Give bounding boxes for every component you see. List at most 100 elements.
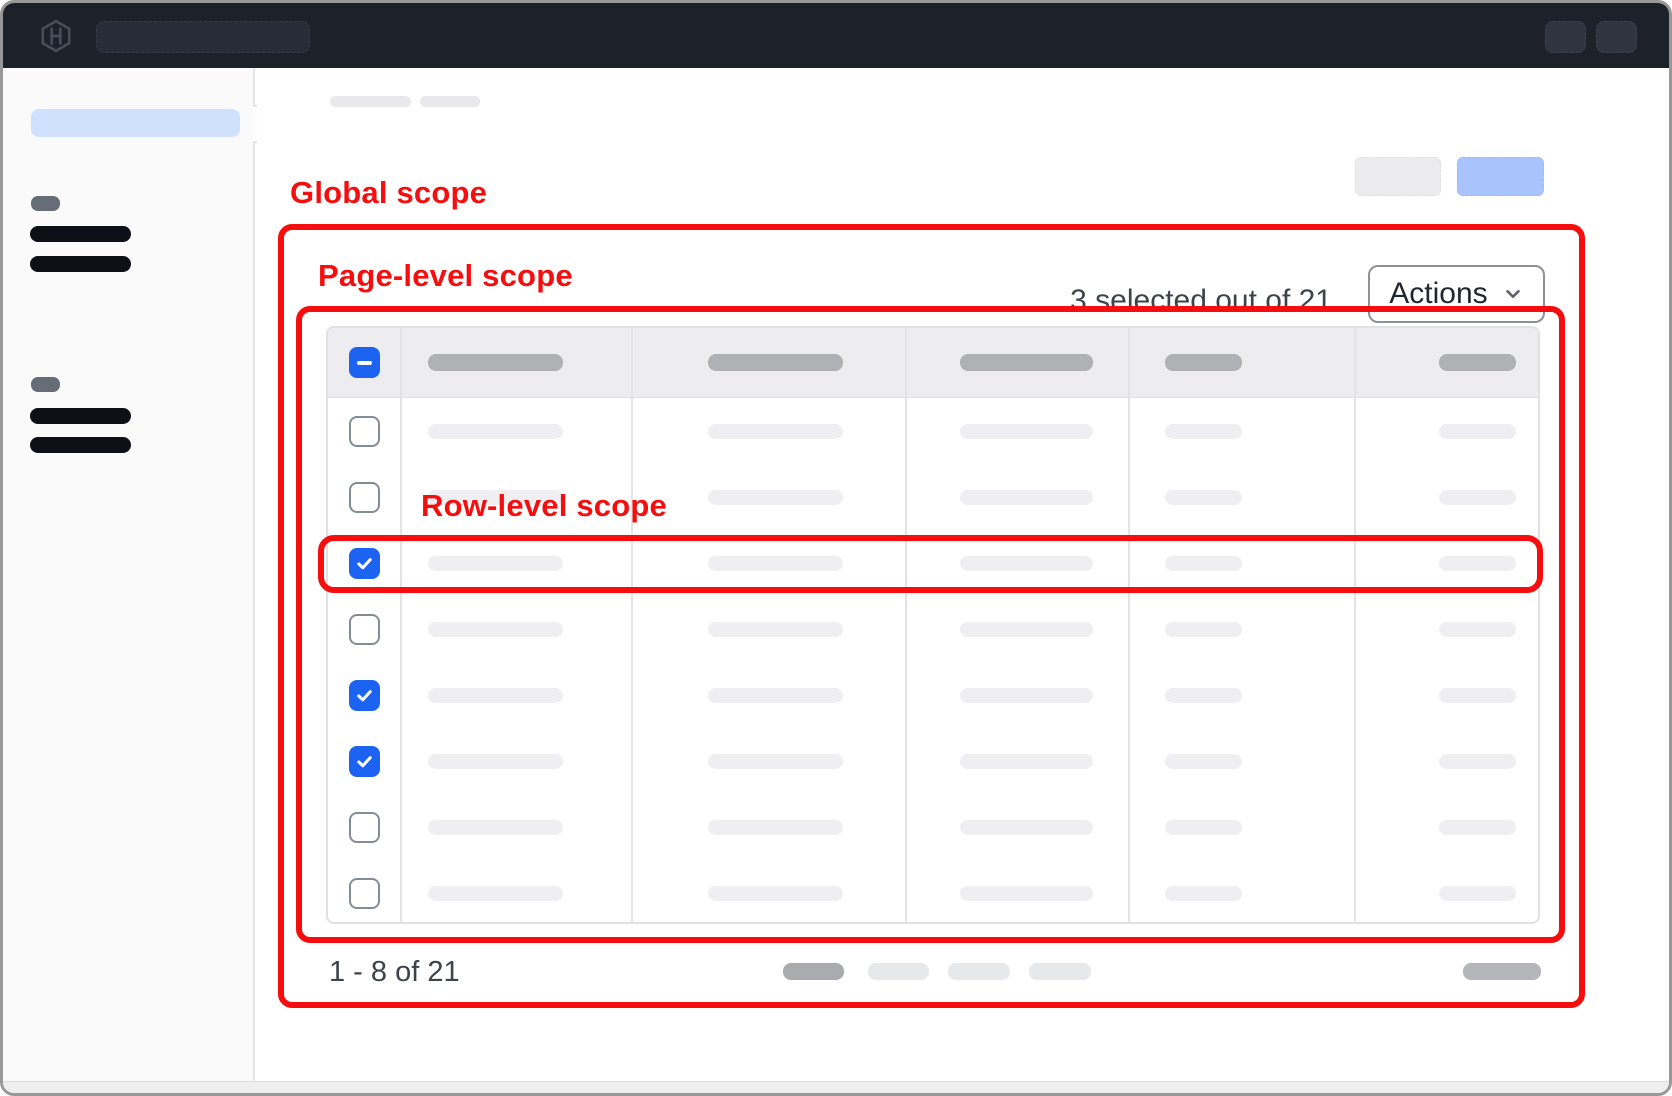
table-cell: [1356, 794, 1540, 860]
table-cell: [633, 596, 907, 662]
table-cell: [633, 860, 907, 924]
cell-skeleton: [428, 886, 563, 901]
table-cell: [1356, 728, 1540, 794]
table-cell: [1130, 728, 1356, 794]
table-cell: [907, 860, 1130, 924]
sidebar-nav-item-skeleton[interactable]: [30, 226, 131, 242]
table-cell: [1356, 530, 1540, 596]
hashicorp-logo-icon[interactable]: [39, 19, 73, 53]
pagination-page-current[interactable]: [783, 963, 844, 980]
topbar-button-1[interactable]: [1545, 21, 1586, 53]
cell-skeleton: [1439, 886, 1516, 901]
cell-skeleton: [428, 622, 563, 637]
table-cell: [402, 530, 633, 596]
check-icon: [355, 686, 374, 705]
table-row: [328, 860, 1538, 924]
cell-skeleton: [960, 886, 1093, 901]
cell-skeleton: [708, 424, 843, 439]
sidebar-section-label-skeleton: [31, 196, 60, 211]
select-all-checkbox[interactable]: [349, 347, 380, 378]
cell-skeleton: [708, 688, 843, 703]
cell-skeleton: [1165, 490, 1242, 505]
table-cell: [907, 398, 1130, 464]
row-checkbox[interactable]: [349, 482, 380, 513]
cell-skeleton: [960, 556, 1093, 571]
sidebar-nav-item-skeleton[interactable]: [30, 437, 131, 453]
table-cell: [633, 464, 907, 530]
sidebar-section-label-skeleton: [31, 377, 60, 392]
cell-skeleton: [1165, 754, 1242, 769]
global-scope-label: Global scope: [290, 177, 487, 208]
row-checkbox[interactable]: [349, 416, 380, 447]
row-checkbox[interactable]: [349, 812, 380, 843]
table-cell: [907, 728, 1130, 794]
header-cell: [1356, 328, 1540, 397]
selection-summary: 3 selected out of 21: [989, 284, 1332, 318]
table-cell: [1356, 662, 1540, 728]
app-frame: Global scope Page-level scope Row-level …: [0, 0, 1672, 1096]
row-checkbox[interactable]: [349, 878, 380, 909]
topbar: [3, 3, 1669, 68]
cell-skeleton: [708, 820, 843, 835]
cell-skeleton: [1165, 424, 1242, 439]
cell-skeleton: [1439, 820, 1516, 835]
sidebar-nav-item-skeleton[interactable]: [30, 256, 131, 272]
cell-skeleton: [428, 754, 563, 769]
table-body: [328, 398, 1538, 924]
sidebar-active-item[interactable]: [31, 109, 240, 137]
cell-skeleton: [708, 490, 843, 505]
pagination-page[interactable]: [948, 963, 1010, 980]
table-cell: [1130, 596, 1356, 662]
table-cell: [633, 794, 907, 860]
row-checkbox[interactable]: [349, 548, 380, 579]
table-cell: [633, 728, 907, 794]
sidebar: [3, 68, 255, 1081]
table-row: [328, 596, 1538, 662]
table-header-row: [328, 328, 1538, 398]
secondary-button-skeleton[interactable]: [1355, 157, 1441, 196]
search-input[interactable]: [96, 21, 310, 53]
primary-button-skeleton[interactable]: [1457, 157, 1544, 196]
table-cell: [1356, 398, 1540, 464]
cell-skeleton: [708, 754, 843, 769]
table-cell: [1130, 662, 1356, 728]
row-checkbox[interactable]: [349, 746, 380, 777]
page-scope-label: Page-level scope: [318, 260, 573, 291]
table-cell: [402, 794, 633, 860]
data-table: [326, 326, 1540, 924]
cell-skeleton: [960, 424, 1093, 439]
actions-button[interactable]: Actions: [1368, 265, 1545, 323]
table-cell: [1130, 794, 1356, 860]
table-cell: [1130, 464, 1356, 530]
check-icon: [355, 752, 374, 771]
table-cell: [402, 728, 633, 794]
cell-skeleton: [708, 622, 843, 637]
table-cell: [402, 662, 633, 728]
pagination-page-size[interactable]: [1463, 963, 1541, 980]
table-cell: [402, 398, 633, 464]
header-skeleton: [1165, 354, 1242, 371]
topbar-button-2[interactable]: [1596, 21, 1637, 53]
cell-skeleton: [960, 622, 1093, 637]
cell-skeleton: [428, 688, 563, 703]
pagination-page[interactable]: [868, 963, 929, 980]
table-cell: [633, 530, 907, 596]
table-row: [328, 794, 1538, 860]
pagination-page[interactable]: [1029, 963, 1091, 980]
table-cell: [1130, 860, 1356, 924]
cell-skeleton: [1165, 556, 1242, 571]
sidebar-nav-item-skeleton[interactable]: [30, 408, 131, 424]
header-cell: [402, 328, 633, 397]
header-skeleton: [1439, 354, 1516, 371]
row-checkbox[interactable]: [349, 680, 380, 711]
cell-skeleton: [708, 886, 843, 901]
table-row: [328, 662, 1538, 728]
table-cell: [1356, 464, 1540, 530]
header-skeleton: [960, 354, 1093, 371]
check-icon: [355, 554, 374, 573]
row-checkbox[interactable]: [349, 614, 380, 645]
table-row: [328, 728, 1538, 794]
header-skeleton: [708, 354, 843, 371]
cell-skeleton: [960, 688, 1093, 703]
cell-skeleton: [1439, 754, 1516, 769]
